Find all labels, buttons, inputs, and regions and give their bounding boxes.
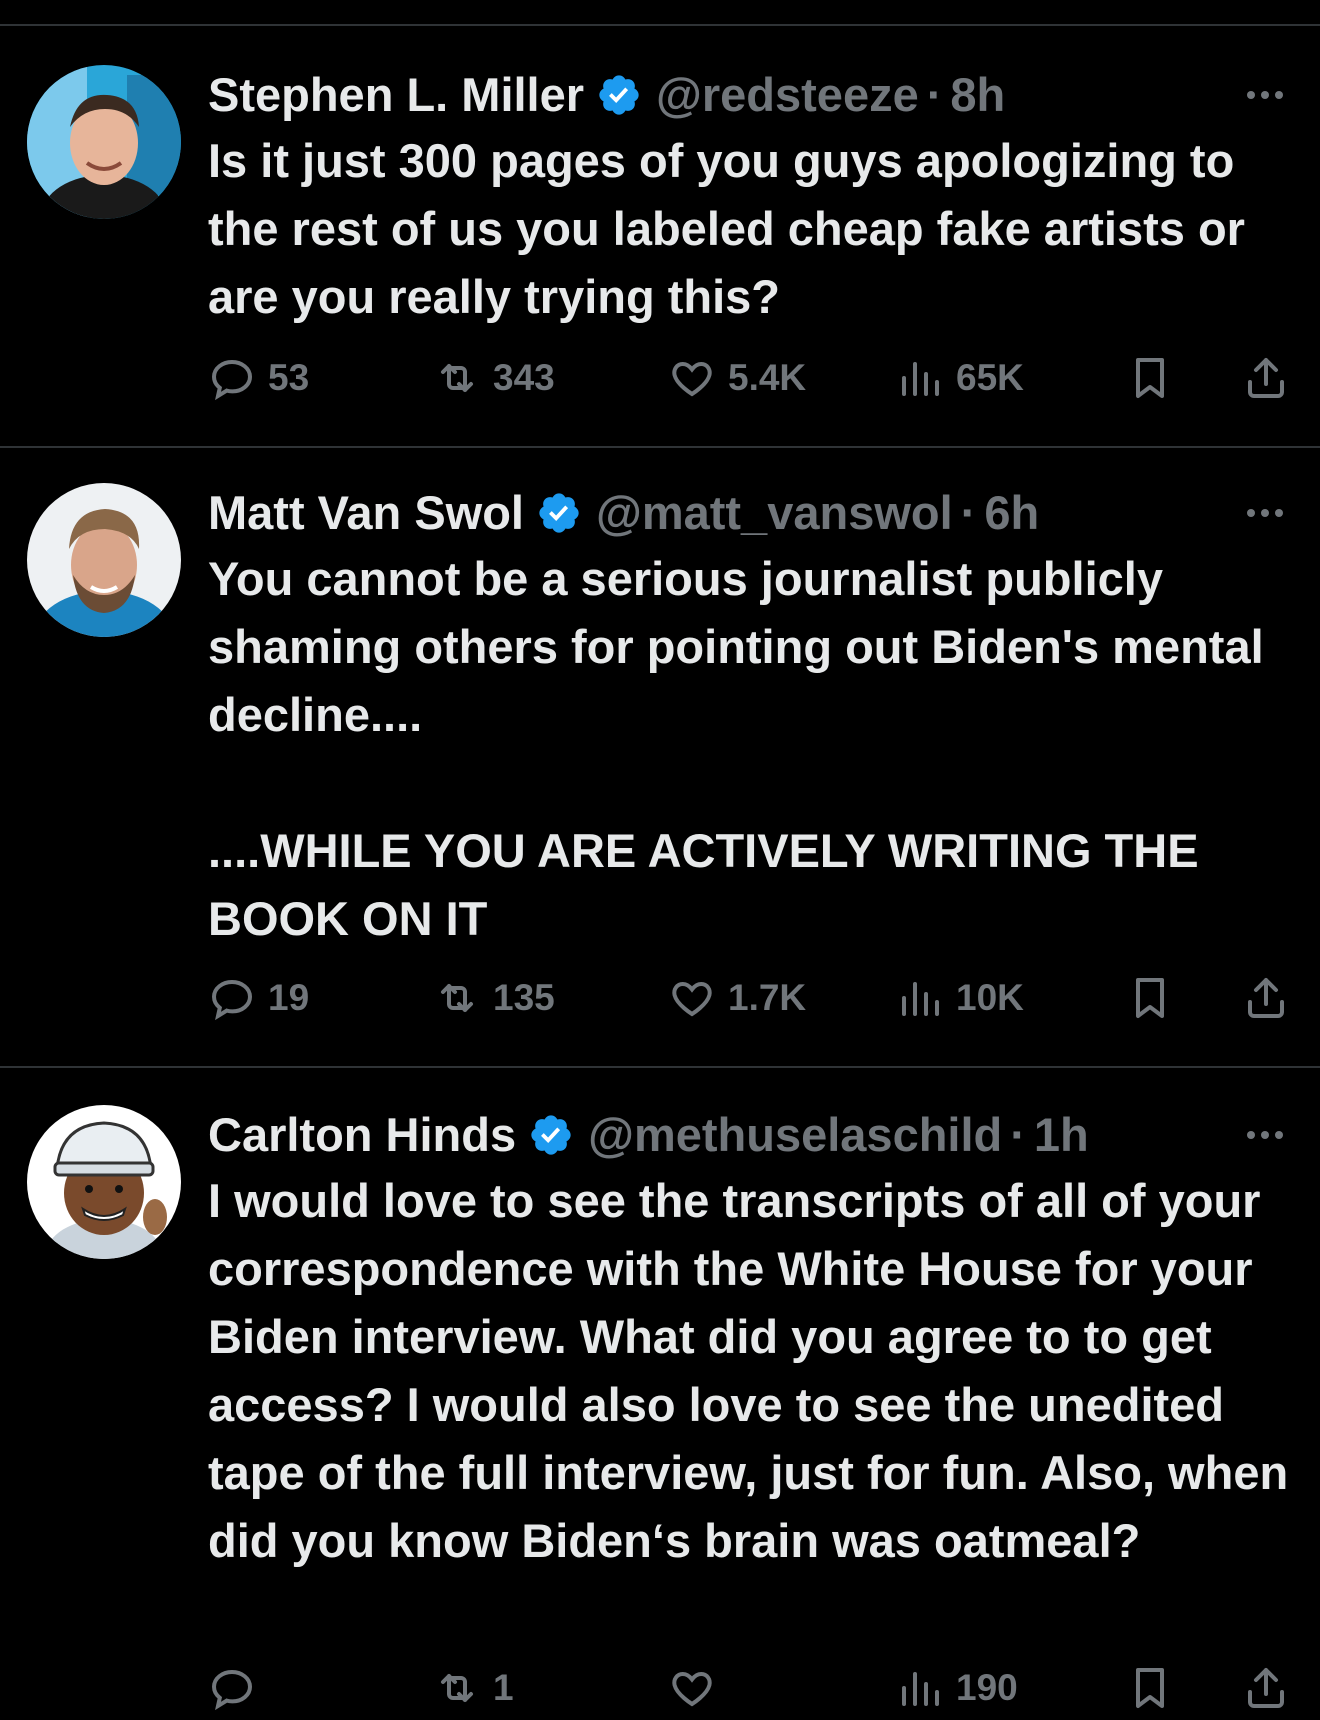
bookmark-button[interactable] bbox=[1126, 1658, 1174, 1718]
repost-button[interactable]: 135 bbox=[433, 968, 555, 1028]
repost-button[interactable]: 1 bbox=[433, 1658, 514, 1718]
display-name[interactable]: Matt Van Swol bbox=[208, 481, 524, 545]
repost-button[interactable]: 343 bbox=[433, 348, 555, 408]
views-button[interactable]: 190 bbox=[896, 1658, 1018, 1718]
verified-badge-icon bbox=[528, 1112, 574, 1158]
tweet[interactable]: Matt Van Swol @matt_vanswol · 6h You can… bbox=[0, 481, 1320, 1061]
views-button[interactable]: 65K bbox=[896, 348, 1024, 408]
like-button[interactable]: 1.7K bbox=[668, 968, 806, 1028]
reply-icon bbox=[208, 354, 256, 402]
display-name[interactable]: Carlton Hinds bbox=[208, 1103, 516, 1167]
more-icon[interactable] bbox=[1243, 1113, 1287, 1157]
display-name[interactable]: Stephen L. Miller bbox=[208, 63, 584, 127]
tweet[interactable]: Stephen L. Miller @redsteeze · 8h Is it … bbox=[0, 63, 1320, 443]
bookmark-icon bbox=[1126, 354, 1174, 402]
separator-dot: · bbox=[926, 68, 943, 121]
views-count: 65K bbox=[956, 357, 1024, 398]
views-icon bbox=[896, 354, 944, 402]
user-handle[interactable]: @methuselaschild bbox=[588, 1103, 1002, 1167]
heart-icon bbox=[668, 354, 716, 402]
views-count: 10K bbox=[956, 977, 1024, 1018]
bookmark-button[interactable] bbox=[1126, 968, 1174, 1028]
avatar[interactable] bbox=[27, 65, 181, 219]
share-icon bbox=[1242, 1664, 1290, 1712]
reply-button[interactable]: 53 bbox=[208, 348, 309, 408]
share-icon bbox=[1242, 354, 1290, 402]
repost-count: 1 bbox=[493, 1667, 514, 1708]
heart-icon bbox=[668, 974, 716, 1022]
tweet[interactable]: Carlton Hinds @methuselaschild · 1h I wo… bbox=[0, 1103, 1320, 1720]
action-bar: 53 343 5.4K 65K bbox=[208, 348, 1298, 408]
reply-icon bbox=[208, 974, 256, 1022]
bookmark-icon bbox=[1126, 974, 1174, 1022]
bookmark-icon bbox=[1126, 1664, 1174, 1712]
reply-count: 53 bbox=[268, 357, 310, 398]
verified-badge-icon bbox=[536, 490, 582, 536]
timestamp[interactable]: 1h bbox=[1034, 1103, 1089, 1167]
more-icon[interactable] bbox=[1243, 491, 1287, 535]
views-count: 190 bbox=[956, 1667, 1018, 1708]
views-icon bbox=[896, 974, 944, 1022]
share-button[interactable] bbox=[1242, 1658, 1290, 1718]
tweet-text: You cannot be a serious journalist publi… bbox=[208, 552, 1264, 945]
like-count: 5.4K bbox=[728, 357, 807, 398]
user-handle[interactable]: @matt_vanswol bbox=[596, 481, 953, 545]
verified-badge-icon bbox=[596, 72, 642, 118]
reply-button[interactable] bbox=[208, 1658, 268, 1718]
divider bbox=[0, 446, 1320, 448]
user-handle[interactable]: @redsteeze bbox=[656, 63, 919, 127]
bookmark-button[interactable] bbox=[1126, 348, 1174, 408]
views-icon bbox=[896, 1664, 944, 1712]
reply-icon bbox=[208, 1664, 256, 1712]
reply-count: 19 bbox=[268, 977, 310, 1018]
tweet-header: Carlton Hinds @methuselaschild · 1h bbox=[208, 1103, 1089, 1167]
repost-count: 135 bbox=[493, 977, 555, 1018]
share-button[interactable] bbox=[1242, 968, 1290, 1028]
like-button[interactable]: 5.4K bbox=[668, 348, 806, 408]
timeline-feed: Stephen L. Miller @redsteeze · 8h Is it … bbox=[0, 0, 1320, 1720]
separator-dot: · bbox=[1010, 1108, 1026, 1161]
like-button[interactable] bbox=[668, 1658, 728, 1718]
share-button[interactable] bbox=[1242, 348, 1290, 408]
repost-count: 343 bbox=[493, 357, 555, 398]
avatar[interactable] bbox=[27, 1105, 181, 1259]
divider bbox=[0, 1066, 1320, 1068]
tweet-header: Stephen L. Miller @redsteeze · 8h bbox=[208, 63, 1005, 127]
more-icon[interactable] bbox=[1243, 73, 1287, 117]
like-count: 1.7K bbox=[728, 977, 807, 1018]
avatar[interactable] bbox=[27, 483, 181, 637]
heart-icon bbox=[668, 1664, 716, 1712]
repost-icon bbox=[433, 354, 481, 402]
separator-dot: · bbox=[960, 486, 977, 539]
repost-icon bbox=[433, 1664, 481, 1712]
views-button[interactable]: 10K bbox=[896, 968, 1024, 1028]
tweet-text: Is it just 300 pages of you guys apologi… bbox=[208, 134, 1258, 323]
timestamp[interactable]: 6h bbox=[984, 481, 1039, 545]
reply-button[interactable]: 19 bbox=[208, 968, 309, 1028]
action-bar: 19 135 1.7K 10K bbox=[208, 968, 1298, 1028]
repost-icon bbox=[433, 974, 481, 1022]
share-icon bbox=[1242, 974, 1290, 1022]
tweet-text: I would love to see the transcripts of a… bbox=[208, 1174, 1302, 1567]
timestamp[interactable]: 8h bbox=[950, 63, 1005, 127]
tweet-header: Matt Van Swol @matt_vanswol · 6h bbox=[208, 481, 1039, 545]
action-bar: 1 190 bbox=[208, 1658, 1298, 1718]
divider bbox=[0, 24, 1320, 26]
